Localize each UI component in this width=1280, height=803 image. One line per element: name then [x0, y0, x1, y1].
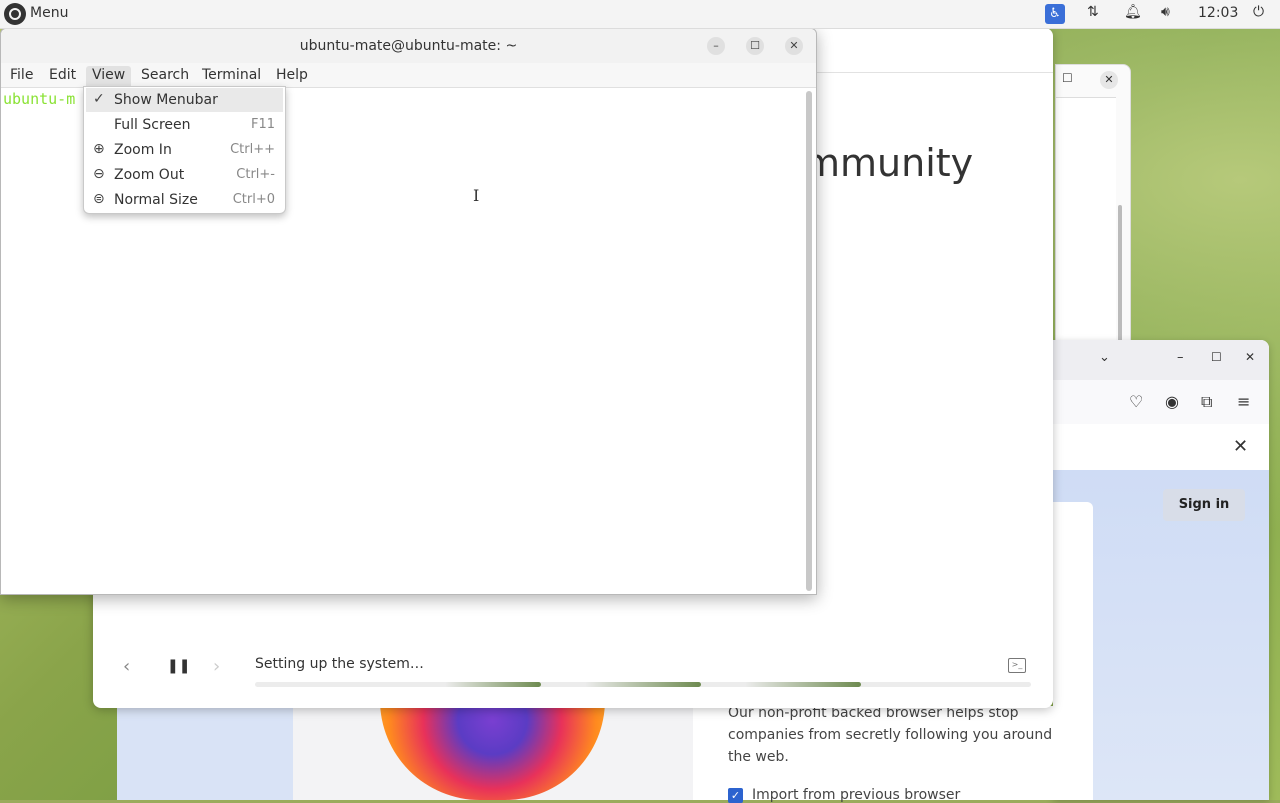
window-title: ubuntu-mate@ubuntu-mate: ~ — [299, 38, 518, 54]
menu-item-label: Zoom Out — [114, 167, 185, 183]
pocket-icon[interactable]: ♡ — [1129, 392, 1143, 411]
menu-item-label: Normal Size — [114, 192, 198, 208]
check-icon: ✓ — [93, 91, 105, 107]
menu-view[interactable]: View — [86, 66, 132, 86]
menu-item-label: Zoom In — [114, 142, 172, 158]
menu-help[interactable]: Help — [270, 66, 314, 86]
shortcut-label: Ctrl++ — [230, 142, 275, 157]
accessibility-icon[interactable]: ♿ — [1045, 4, 1065, 24]
shortcut-label: Ctrl+- — [236, 167, 275, 182]
text-cursor-icon: I — [473, 186, 480, 205]
shell-prompt: ubuntu-m — [3, 90, 76, 108]
menu-terminal[interactable]: Terminal — [196, 66, 267, 86]
menu-file[interactable]: File — [4, 66, 39, 86]
firefox-tabbar: ⌄ – ☐ ✕ — [1053, 340, 1269, 380]
view-menu-dropdown: ✓ Show Menubar Full Screen F11 ⊕ Zoom In… — [83, 86, 286, 214]
menubar: File Edit View Search Terminal Help — [1, 63, 816, 88]
firefox-notice-bar: ✕ — [1053, 424, 1269, 471]
background-window-content — [1056, 97, 1116, 348]
setup-status: Setting up the system… — [255, 656, 424, 672]
shortcut-label: F11 — [250, 117, 275, 132]
menu-item-zoom-in[interactable]: ⊕ Zoom In Ctrl++ — [86, 138, 283, 162]
sign-in-button[interactable]: Sign in — [1163, 489, 1245, 521]
menu-button[interactable]: Menu — [30, 5, 68, 21]
clock[interactable]: 12:03 — [1198, 5, 1238, 25]
close-notice-icon[interactable]: ✕ — [1233, 436, 1248, 457]
minimize-icon[interactable]: – — [707, 37, 725, 55]
import-checkbox-label: Import from previous browser — [752, 787, 961, 803]
extensions-icon[interactable]: ⧉ — [1201, 392, 1212, 412]
zoom-reset-icon: ⊜ — [93, 191, 105, 207]
menu-search[interactable]: Search — [135, 66, 195, 86]
menu-item-normal-size[interactable]: ⊜ Normal Size Ctrl+0 — [86, 188, 283, 212]
firefox-onboarding-text: Our non-profit backed browser helps stop… — [728, 705, 1053, 765]
background-window: ☐ ✕ — [1055, 64, 1131, 348]
setup-progress-bar — [255, 682, 1031, 687]
slide-heading: mmunity — [803, 141, 974, 185]
network-icon[interactable]: ⇅ — [1087, 4, 1099, 24]
previous-slide-icon[interactable]: ‹ — [123, 656, 130, 677]
top-panel: Menu ♿ ⇅ 🔔︎ 🔊︎ 12:03 ⏻ — [0, 0, 1280, 29]
ubuntu-logo-icon[interactable] — [4, 3, 26, 25]
menu-item-zoom-out[interactable]: ⊖ Zoom Out Ctrl+- — [86, 163, 283, 187]
terminal-log-icon[interactable]: >_ — [1008, 658, 1026, 673]
close-icon[interactable]: ✕ — [1100, 71, 1118, 89]
menu-edit[interactable]: Edit — [43, 66, 82, 86]
zoom-out-icon: ⊖ — [93, 166, 105, 182]
menu-item-label: Full Screen — [114, 117, 191, 133]
scrollbar[interactable] — [806, 91, 812, 591]
shortcut-label: Ctrl+0 — [232, 192, 275, 207]
scrollbar[interactable] — [1118, 205, 1122, 345]
maximize-icon[interactable]: ☐ — [1211, 350, 1222, 364]
menu-item-show-menubar[interactable]: ✓ Show Menubar — [86, 88, 283, 112]
divider — [813, 72, 1053, 73]
pause-icon[interactable]: ❚❚ — [167, 658, 190, 674]
title-bar[interactable]: ubuntu-mate@ubuntu-mate: ~ – ☐ ✕ — [1, 29, 816, 63]
import-checkbox[interactable]: ✓ — [728, 788, 743, 803]
next-slide-icon[interactable]: › — [213, 656, 220, 677]
progress-segment — [445, 682, 541, 687]
hamburger-menu-icon[interactable]: ≡ — [1237, 392, 1250, 411]
notification-bell-icon[interactable]: 🔔︎ — [1124, 4, 1142, 24]
account-icon[interactable]: ◉ — [1165, 392, 1179, 411]
minimize-icon[interactable]: – — [1177, 350, 1184, 365]
progress-segment — [745, 682, 861, 687]
progress-segment — [585, 682, 701, 687]
volume-icon[interactable]: 🔊︎ — [1161, 4, 1170, 24]
maximize-icon[interactable]: ☐ — [746, 37, 764, 55]
chevron-down-icon[interactable]: ⌄ — [1099, 350, 1110, 365]
zoom-in-icon: ⊕ — [93, 141, 105, 157]
firefox-toolbar: ♡ ◉ ⧉ ≡ — [1053, 380, 1269, 425]
maximize-icon[interactable]: ☐ — [1062, 71, 1073, 85]
close-icon[interactable]: ✕ — [785, 37, 803, 55]
close-icon[interactable]: ✕ — [1245, 350, 1255, 364]
power-icon[interactable]: ⏻ — [1253, 4, 1264, 24]
menu-item-label: Show Menubar — [114, 92, 218, 108]
menu-item-full-screen[interactable]: Full Screen F11 — [86, 113, 283, 137]
